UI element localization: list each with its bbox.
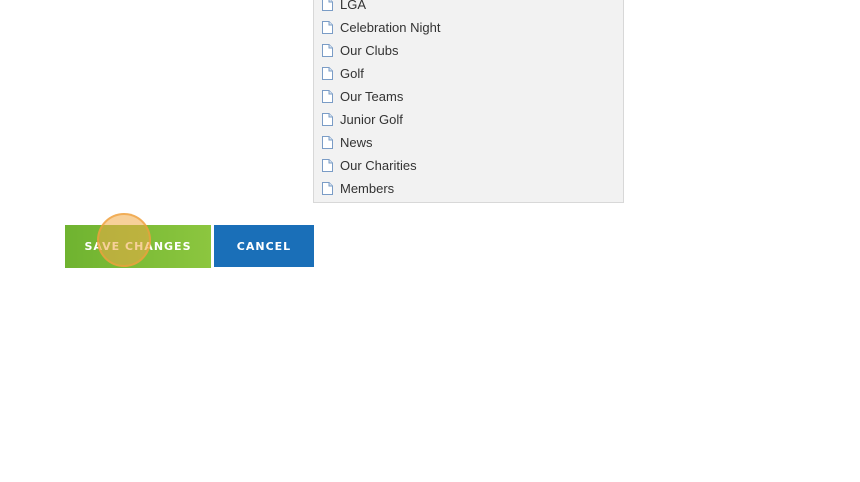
page-item-label: Our Teams: [340, 88, 404, 104]
document-icon: [322, 0, 333, 11]
document-icon: [322, 135, 333, 149]
save-changes-button[interactable]: SAVE CHANGES: [65, 225, 211, 268]
page-item-golf[interactable]: Golf: [322, 63, 364, 83]
document-icon: [322, 89, 333, 103]
page-item-label: Our Charities: [340, 157, 417, 173]
cancel-button[interactable]: CANCEL: [214, 225, 314, 267]
page-item-label: Golf: [340, 65, 364, 81]
page-item-celebration-night[interactable]: Celebration Night: [322, 17, 440, 37]
page-item-news[interactable]: News: [322, 132, 373, 152]
document-icon: [322, 158, 333, 172]
document-icon: [322, 66, 333, 80]
document-icon: [322, 43, 333, 57]
page: LGA Celebration Night Our Clubs Golf Our…: [0, 0, 860, 482]
page-item-our-teams[interactable]: Our Teams: [322, 86, 403, 106]
page-item-label: Celebration Night: [340, 19, 441, 35]
page-item-label: Our Clubs: [340, 42, 399, 58]
document-icon: [322, 181, 333, 195]
page-item-label: Members: [340, 180, 395, 196]
page-item-members[interactable]: Members: [322, 178, 394, 198]
page-item-label: LGA: [340, 0, 367, 12]
page-item-our-clubs[interactable]: Our Clubs: [322, 40, 399, 60]
page-item-our-charities[interactable]: Our Charities: [322, 155, 417, 175]
page-item-label: News: [340, 134, 373, 150]
page-list-panel: LGA Celebration Night Our Clubs Golf Our…: [313, 0, 624, 203]
document-icon: [322, 20, 333, 34]
document-icon: [322, 112, 333, 126]
page-item-label: Junior Golf: [340, 111, 403, 127]
page-item-junior-golf[interactable]: Junior Golf: [322, 109, 403, 129]
page-item-lga[interactable]: LGA: [322, 0, 366, 14]
